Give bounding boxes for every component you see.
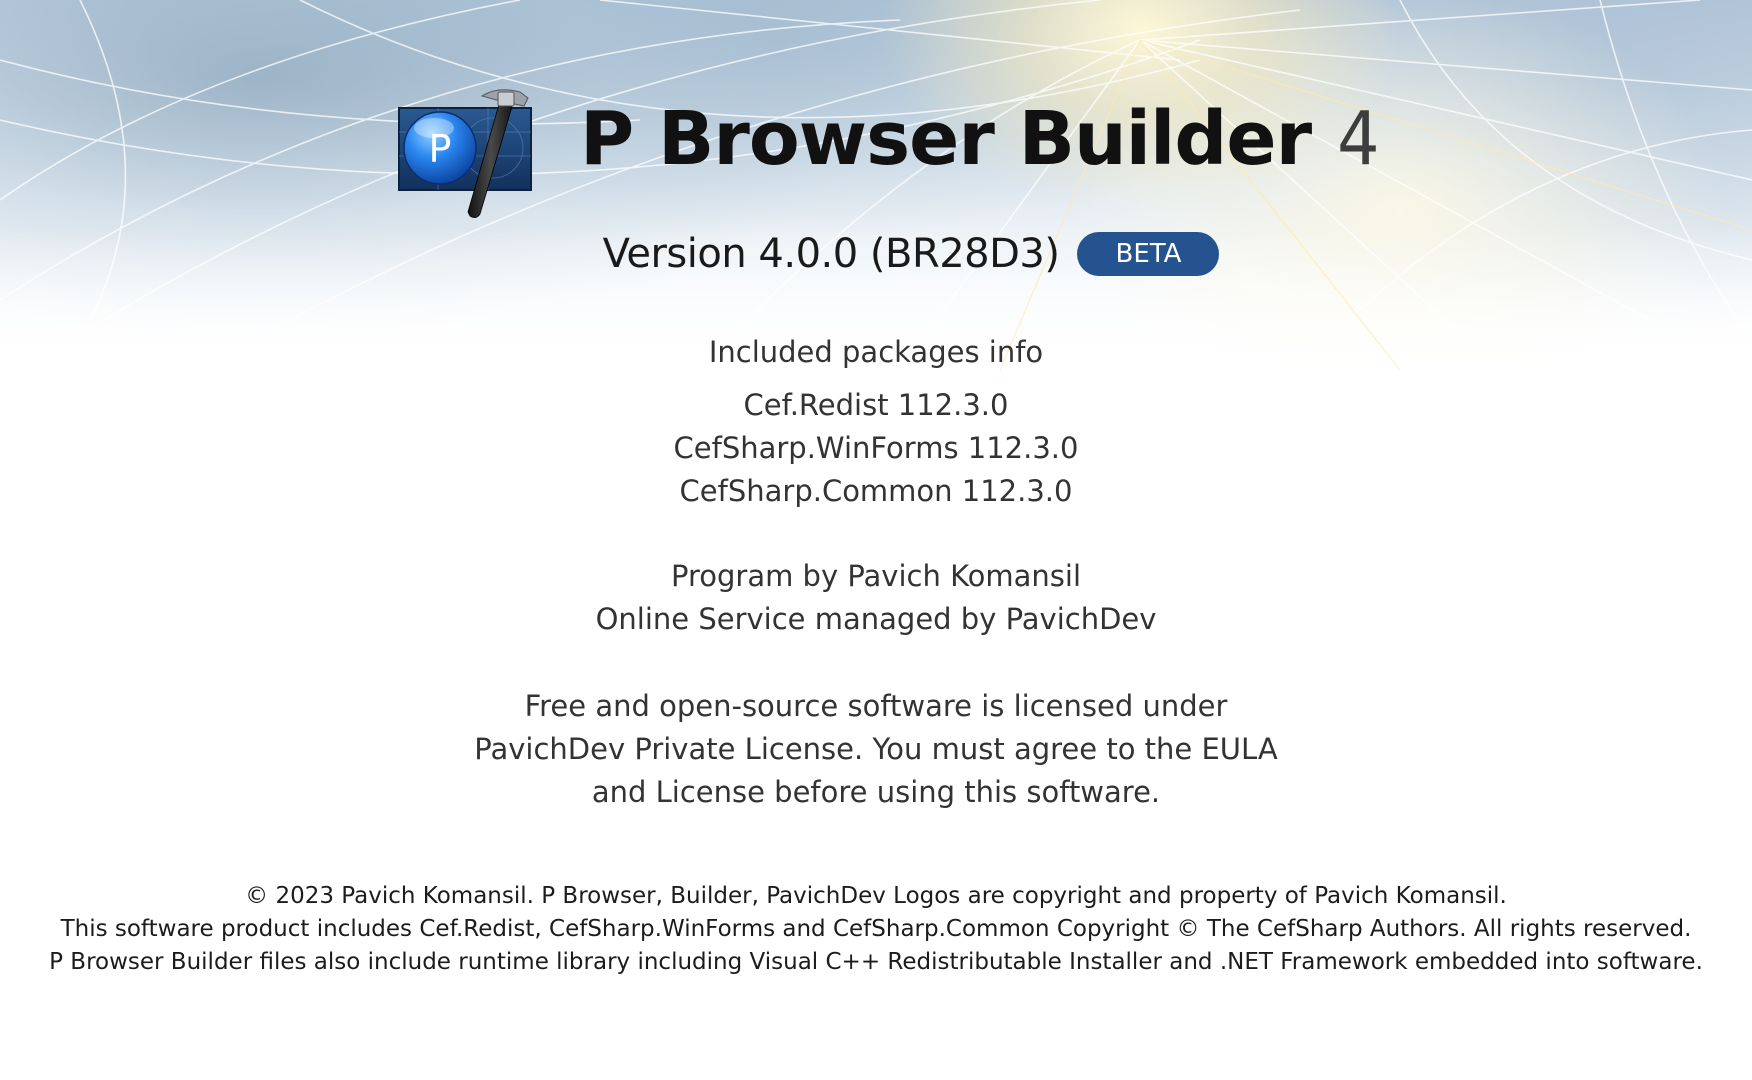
- package-item: CefSharp.Common 112.3.0: [679, 474, 1073, 508]
- service-by-text: Online Service managed by PavichDev: [595, 602, 1157, 636]
- app-title-row: P Browser Builder 4: [580, 96, 1379, 206]
- program-by-text: Program by Pavich Komansil: [670, 559, 1082, 593]
- app-major-version: 4: [1337, 96, 1380, 182]
- credits: Program by Pavich Komansil Online Servic…: [0, 555, 1752, 641]
- package-item: Cef.Redist 112.3.0: [743, 388, 1009, 422]
- package-item: CefSharp.WinForms 112.3.0: [673, 431, 1079, 465]
- legal-line: This software product includes Cef.Redis…: [60, 916, 1692, 942]
- legal-notice: © 2023 Pavich Komansil. P Browser, Build…: [0, 880, 1752, 979]
- packages-list: Cef.Redist 112.3.0 CefSharp.WinForms 112…: [0, 384, 1752, 513]
- svg-text:P: P: [429, 127, 452, 171]
- version-row: Version 4.0.0 (BR28D3) BETA: [0, 226, 1752, 282]
- version-text: Version 4.0.0 (BR28D3): [602, 231, 1060, 277]
- license-line: and License before using this software.: [591, 775, 1161, 809]
- app-logo-icon: P: [398, 89, 532, 218]
- app-title: P Browser Builder: [580, 96, 1312, 182]
- legal-line: © 2023 Pavich Komansil. P Browser, Build…: [245, 883, 1507, 909]
- license-text: Free and open-source software is license…: [0, 685, 1752, 814]
- about-page: P P Browser Builder 4 Version 4.0.0 (BR2…: [0, 0, 1752, 1080]
- beta-badge: BETA: [1077, 232, 1220, 276]
- license-line: Free and open-source software is license…: [524, 689, 1228, 723]
- license-line: PavichDev Private License. You must agre…: [474, 732, 1278, 766]
- legal-line: P Browser Builder files also include run…: [49, 949, 1703, 975]
- packages-title: Included packages info: [708, 335, 1044, 369]
